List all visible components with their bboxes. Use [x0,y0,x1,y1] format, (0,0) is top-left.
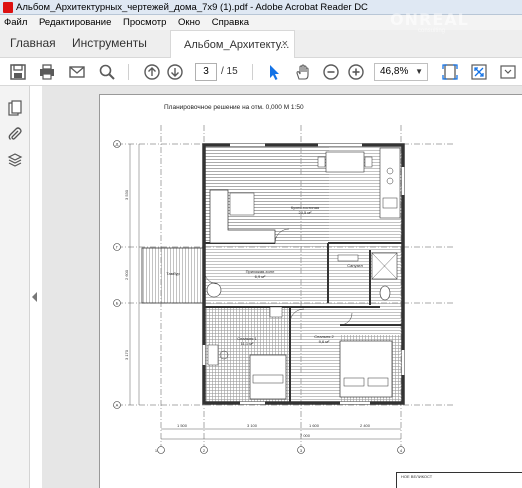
save-icon[interactable] [9,63,27,81]
room-area: 20,5 м² [299,210,313,215]
dimension-label: 3 530 [124,189,129,200]
menu-view[interactable]: Просмотр [123,17,166,28]
dimension-label: 1 500 [177,423,188,428]
attachment-icon[interactable] [7,126,23,142]
room-label: Тамбур [166,271,180,276]
tab-document-label: Альбом_Архитекту... [184,39,290,51]
page-thumbnails-icon[interactable] [7,100,23,116]
floor-plan-drawing: Кухня-гостиная 20,5 м² Тамбур Прихожая-х… [113,125,455,454]
room-area: 11,1 м² [241,341,254,346]
main-toolbar: 3 / 15 46,8% ▼ [0,58,522,86]
document-viewer[interactable]: Кухня-гостиная 20,5 м² Тамбур Прихожая-х… [42,86,522,488]
pdf-page: Кухня-гостиная 20,5 м² Тамбур Прихожая-х… [99,94,522,488]
watermark-logo: ONREAL [390,10,469,29]
dimension-label: 3 170 [124,349,129,360]
page-total: / 15 [221,66,238,77]
navigation-pane [0,86,30,488]
previous-page-icon[interactable] [143,63,161,81]
chevron-down-icon: ▼ [415,67,423,76]
fit-page-icon[interactable] [441,63,459,81]
room-label: Санузел [347,263,363,268]
tab-document[interactable]: Альбом_Архитекту... × [170,30,295,59]
print-icon[interactable] [38,63,56,81]
hand-tool-icon[interactable] [294,63,312,81]
full-screen-icon[interactable] [470,63,488,81]
tab-close-button[interactable]: × [282,38,288,50]
acrobat-app-icon [3,2,13,13]
dimension-total: 7 000 [300,433,311,438]
window-title: Альбом_Архитектурных_чертежей_дома_7х9 (… [16,2,368,13]
room-area: 9,6 м² [319,339,330,344]
tab-tools[interactable]: Инструменты [72,36,147,50]
axis-letter: Д [116,142,119,147]
menu-help[interactable]: Справка [212,17,249,28]
axis-letter: A [116,403,119,408]
next-page-icon[interactable] [166,63,184,81]
plan-title: Планировочное решение на отм. 0,000 М 1:… [164,104,304,111]
watermark-sub: consulting [418,28,446,34]
stamp-text: НОЕ ВЕЛИКОСТ [401,474,433,479]
zoom-out-icon[interactable] [322,63,340,81]
room-area: 6,9 м² [255,274,266,279]
menu-window[interactable]: Окно [178,17,200,28]
email-icon[interactable] [68,63,86,81]
dimension-label: 3 100 [247,423,258,428]
dimension-label: 2 400 [360,423,371,428]
zoom-select[interactable]: 46,8% ▼ [374,63,428,81]
toolbar-divider [128,64,129,80]
page-number-input[interactable]: 3 [195,63,217,81]
collapse-pane-arrow-icon[interactable] [32,292,37,302]
dimension-label: 2 600 [124,269,129,280]
select-cursor-icon[interactable] [265,63,283,81]
toolbar-divider [252,64,253,80]
layers-icon[interactable] [7,152,23,168]
tabs-bar: Главная Инструменты Альбом_Архитекту... … [0,30,522,59]
zoom-value: 46,8% [380,66,409,77]
menu-file[interactable]: Файл [4,17,27,28]
menu-edit[interactable]: Редактирование [39,17,111,28]
axis-letter: Б [116,301,119,306]
dimension-label: 1 600 [309,423,320,428]
title-block-stamp: НОЕ ВЕЛИКОСТ [396,472,522,488]
reading-mode-icon[interactable] [499,63,517,81]
search-icon[interactable] [98,63,116,81]
tab-home[interactable]: Главная [10,36,56,50]
zoom-in-icon[interactable] [347,63,365,81]
